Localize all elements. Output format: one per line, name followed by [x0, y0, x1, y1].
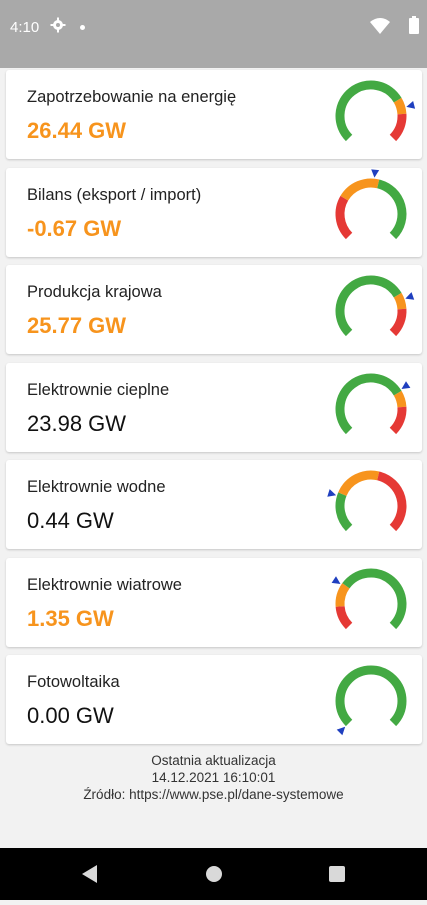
metric-label: Zapotrzebowanie na energię [27, 88, 237, 106]
gauge-segment-green [335, 80, 402, 142]
metric-value: 23.98 GW [27, 410, 127, 436]
gauge-segment-orange [340, 178, 380, 201]
gauge-segment-red [389, 308, 407, 337]
metric-label: Fotowoltaika [27, 673, 120, 691]
gauge-icon [331, 568, 407, 629]
metric-label: Produkcja krajowa [27, 283, 162, 301]
metric-label: Elektrownie wodne [27, 478, 166, 496]
gauge-segment-orange [335, 582, 350, 607]
metric-card-photovoltaic: Fotowoltaika 0.00 GW [6, 655, 422, 744]
gauge-pointer [406, 101, 416, 109]
gauge-icon [335, 168, 407, 239]
wifi-icon [370, 18, 390, 39]
gauge-segment-green [335, 492, 353, 532]
system-nav-bar [0, 848, 427, 900]
gauge-segment-red [335, 195, 353, 239]
metric-value: -0.67 GW [27, 215, 122, 241]
metric-value: 0.00 GW [27, 703, 114, 728]
metric-card-demand: Zapotrzebowanie na energię 26.44 GW [6, 70, 422, 159]
gauge-pointer [331, 575, 341, 584]
metric-card-wind: Elektrownie wiatrowe 1.35 GW [6, 557, 422, 647]
gauge-segment-green [342, 568, 407, 629]
last-update-label: Ostatnia aktualizacja [151, 753, 276, 768]
gauge-pointer [405, 292, 415, 300]
metric-card-hydro: Elektrownie wodne 0.44 GW [6, 460, 422, 549]
metric-card-domestic-production: Produkcja krajowa 25.77 GW [6, 265, 422, 354]
status-time: 4:10 [10, 19, 40, 36]
metric-value: 25.77 GW [27, 313, 127, 338]
back-icon[interactable] [64, 848, 116, 900]
notification-dot-icon [80, 25, 85, 30]
gauge-segment-orange [393, 390, 407, 408]
recents-icon[interactable] [311, 848, 363, 900]
gauge-segment-orange [393, 292, 407, 310]
gauge-segment-green [335, 275, 402, 337]
gauge-pointer [327, 489, 337, 497]
gear-icon [50, 17, 66, 38]
battery-icon [409, 16, 419, 39]
last-update-timestamp: 14.12.2021 16:10:01 [151, 770, 276, 785]
gauge-icon [335, 373, 411, 434]
gauge-segment-green [335, 665, 407, 727]
gauge-icon [335, 275, 415, 337]
gauge-icon [335, 80, 416, 142]
metric-label: Elektrownie cieplne [27, 380, 170, 399]
gauge-segment-red [376, 471, 407, 532]
gauge-segment-green [376, 178, 407, 239]
metric-value: 26.44 GW [27, 118, 127, 143]
gauge-segment-red [389, 406, 407, 434]
metric-value: 1.35 GW [27, 605, 114, 631]
gauge-pointer [336, 726, 346, 736]
gauge-segment-red [389, 113, 407, 142]
data-source: Źródło: https://www.pse.pl/dane-systemow… [83, 787, 344, 802]
gauge-segment-red [335, 605, 353, 629]
gauge-pointer [401, 380, 411, 389]
gauge-segment-orange [338, 470, 380, 497]
footer-info: Ostatnia aktualizacja 14.12.2021 16:10:0… [0, 752, 427, 803]
gauge-pointer [371, 168, 380, 178]
metric-card-balance: Bilans (eksport / import) -0.67 GW [6, 167, 422, 257]
gauge-segment-green [335, 373, 402, 434]
gauge-segment-orange [393, 97, 407, 115]
home-icon[interactable] [188, 848, 240, 900]
metric-label: Bilans (eksport / import) [27, 185, 202, 204]
gauge-icon [327, 470, 407, 532]
gauge-icon [335, 665, 407, 736]
metrics-list: Zapotrzebowanie na energię 26.44 GW Bila… [6, 70, 422, 753]
status-bar: 4:10 [0, 0, 427, 68]
metric-value: 0.44 GW [27, 508, 114, 533]
metric-card-thermal: Elektrownie cieplne 23.98 GW [6, 362, 422, 452]
metric-label: Elektrownie wiatrowe [27, 575, 182, 594]
